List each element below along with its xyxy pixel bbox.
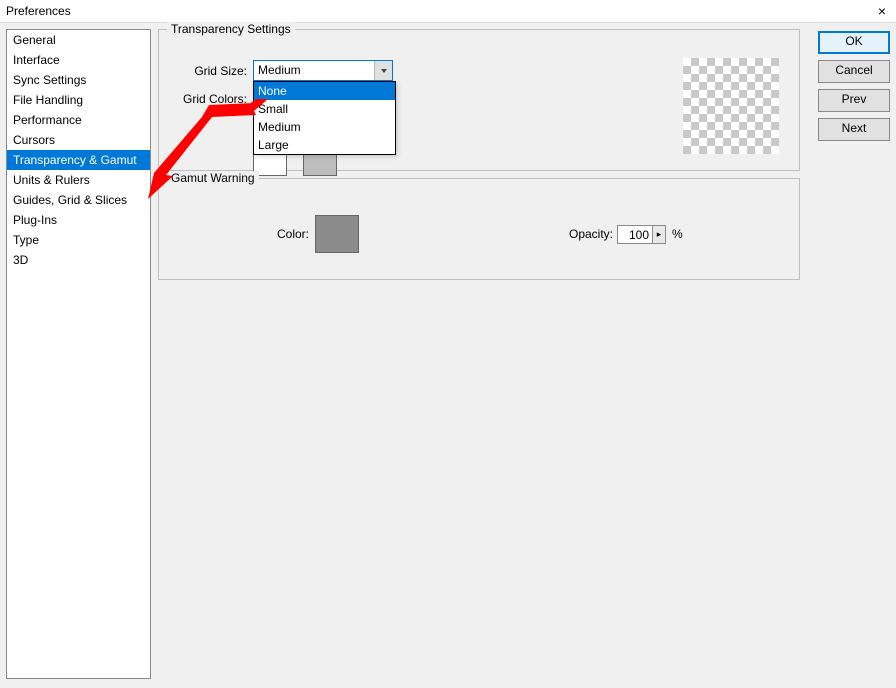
gamut-warning-group: Gamut Warning Color: Opacity: 100 ▸ % — [158, 178, 800, 280]
sidebar-item-guides-grid-slices[interactable]: Guides, Grid & Slices — [7, 190, 150, 210]
gamut-opacity-input[interactable]: 100 — [617, 225, 653, 244]
grid-size-row: Grid Size: Medium None Small Medium Larg… — [183, 60, 393, 81]
sidebar-item-sync-settings[interactable]: Sync Settings — [7, 70, 150, 90]
grid-size-value: Medium — [254, 61, 374, 80]
chevron-down-icon[interactable] — [374, 61, 392, 80]
gamut-opacity-label: Opacity: — [569, 227, 613, 241]
sidebar-item-interface[interactable]: Interface — [7, 50, 150, 70]
title-bar: Preferences × — [0, 0, 896, 22]
grid-size-dropdown[interactable]: None Small Medium Large — [253, 81, 396, 155]
sidebar-item-type[interactable]: Type — [7, 230, 150, 250]
transparency-settings-legend: Transparency Settings — [167, 22, 295, 36]
grid-size-option-medium[interactable]: Medium — [254, 118, 395, 136]
gamut-row: Color: Opacity: 100 ▸ % — [159, 215, 799, 253]
grid-size-option-large[interactable]: Large — [254, 136, 395, 154]
gamut-color-swatch[interactable] — [315, 215, 359, 253]
cancel-button[interactable]: Cancel — [818, 60, 890, 83]
preferences-category-list[interactable]: General Interface Sync Settings File Han… — [6, 29, 151, 679]
close-icon[interactable]: × — [874, 3, 890, 19]
sidebar-item-3d[interactable]: 3D — [7, 250, 150, 270]
ok-button[interactable]: OK — [818, 31, 890, 54]
sidebar-item-cursors[interactable]: Cursors — [7, 130, 150, 150]
grid-size-option-none[interactable]: None — [254, 82, 395, 100]
sidebar-item-units-rulers[interactable]: Units & Rulers — [7, 170, 150, 190]
dialog-button-column: OK Cancel Prev Next — [818, 31, 890, 141]
dialog-body: General Interface Sync Settings File Han… — [0, 22, 896, 688]
percent-label: % — [672, 227, 683, 241]
gamut-opacity-stepper[interactable]: ▸ — [652, 225, 666, 244]
sidebar-item-performance[interactable]: Performance — [7, 110, 150, 130]
prev-button[interactable]: Prev — [818, 89, 890, 112]
grid-colors-row: Grid Colors: — [173, 92, 247, 106]
transparency-preview — [683, 58, 779, 154]
grid-size-label: Grid Size: — [183, 64, 247, 78]
grid-size-option-small[interactable]: Small — [254, 100, 395, 118]
sidebar-item-general[interactable]: General — [7, 30, 150, 50]
gamut-warning-legend: Gamut Warning — [167, 171, 259, 185]
gamut-color-label: Color: — [159, 227, 315, 241]
next-button[interactable]: Next — [818, 118, 890, 141]
sidebar-item-transparency-gamut[interactable]: Transparency & Gamut — [7, 150, 150, 170]
sidebar-item-plug-ins[interactable]: Plug-Ins — [7, 210, 150, 230]
grid-size-combobox[interactable]: Medium None Small Medium Large — [253, 60, 393, 81]
grid-colors-label: Grid Colors: — [173, 92, 247, 106]
transparency-settings-group: Transparency Settings Grid Size: Medium … — [158, 29, 800, 171]
window-title: Preferences — [6, 4, 71, 18]
sidebar-item-file-handling[interactable]: File Handling — [7, 90, 150, 110]
